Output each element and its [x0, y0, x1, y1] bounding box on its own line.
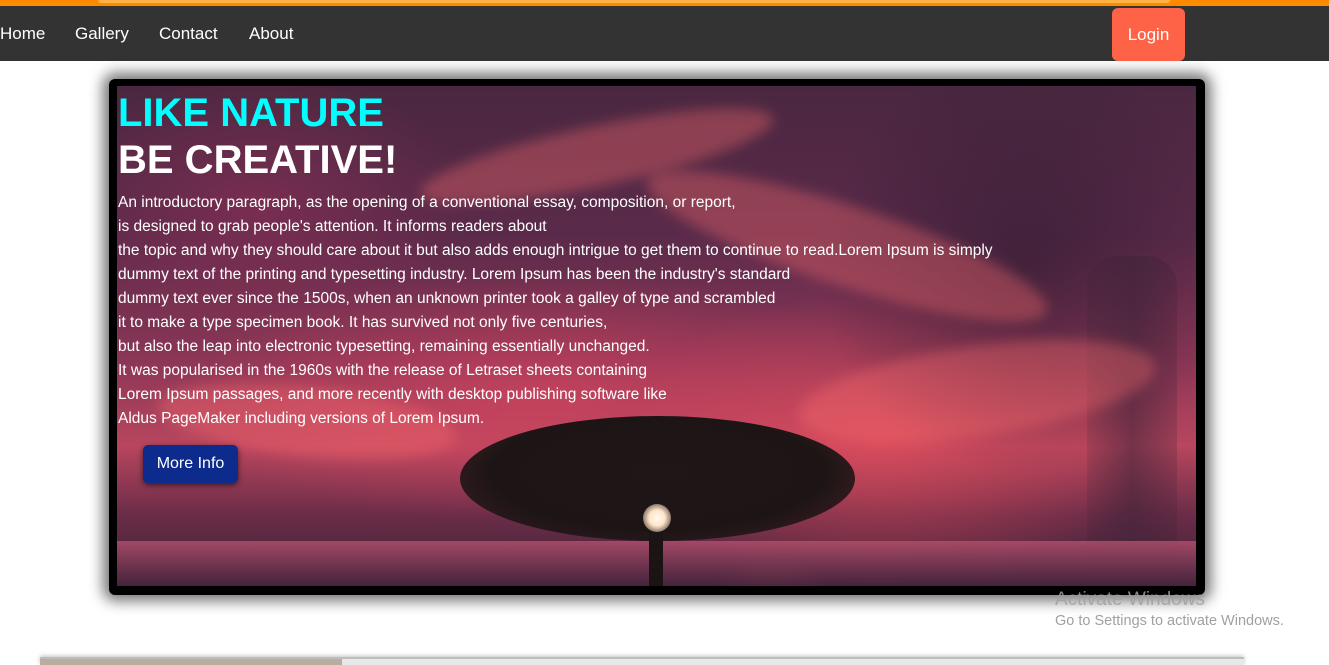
hero-title-line-2: BE CREATIVE! [118, 138, 398, 182]
hero-sun [643, 504, 671, 532]
intro-line: It was popularised in the 1960s with the… [118, 362, 648, 379]
intro-line: it to make a type specimen book. It has … [118, 314, 608, 331]
nav-link-about[interactable]: About [249, 24, 293, 44]
activate-windows-title: Activate Windows [1055, 589, 1205, 610]
hero-banner: LIKE NATURE BE CREATIVE! An introductory… [117, 86, 1196, 586]
intro-line: is designed to grab people's attention. … [118, 218, 547, 235]
hero-title-line-1: LIKE NATURE [118, 91, 384, 135]
nav-link-home[interactable]: Home [0, 24, 45, 44]
intro-line: dummy text of the printing and typesetti… [118, 266, 791, 283]
nav-link-gallery[interactable]: Gallery [75, 24, 129, 44]
login-button[interactable]: Login [1112, 8, 1185, 61]
nav-link-contact[interactable]: Contact [159, 24, 218, 44]
intro-line: Aldus PageMaker including versions of Lo… [118, 410, 485, 427]
top-navbar: Home Gallery Contact About Login [0, 6, 1329, 61]
intro-line: dummy text ever since the 1500s, when an… [118, 290, 776, 307]
intro-line: but also the leap into electronic typese… [118, 338, 650, 355]
intro-line: Lorem Ipsum passages, and more recently … [118, 386, 667, 403]
intro-line: the topic and why they should care about… [118, 242, 993, 259]
more-info-button[interactable]: More Info [143, 445, 238, 483]
next-section-image [40, 659, 342, 665]
top-accent-strip-inner [98, 0, 1170, 3]
intro-line: An introductory paragraph, as the openin… [118, 194, 736, 211]
hero-background-tree-trunk [1087, 256, 1177, 586]
activate-windows-subtitle: Go to Settings to activate Windows. [1055, 613, 1284, 629]
hero-intro-paragraph: An introductory paragraph, as the openin… [118, 191, 1078, 431]
next-section-card [40, 657, 1244, 665]
